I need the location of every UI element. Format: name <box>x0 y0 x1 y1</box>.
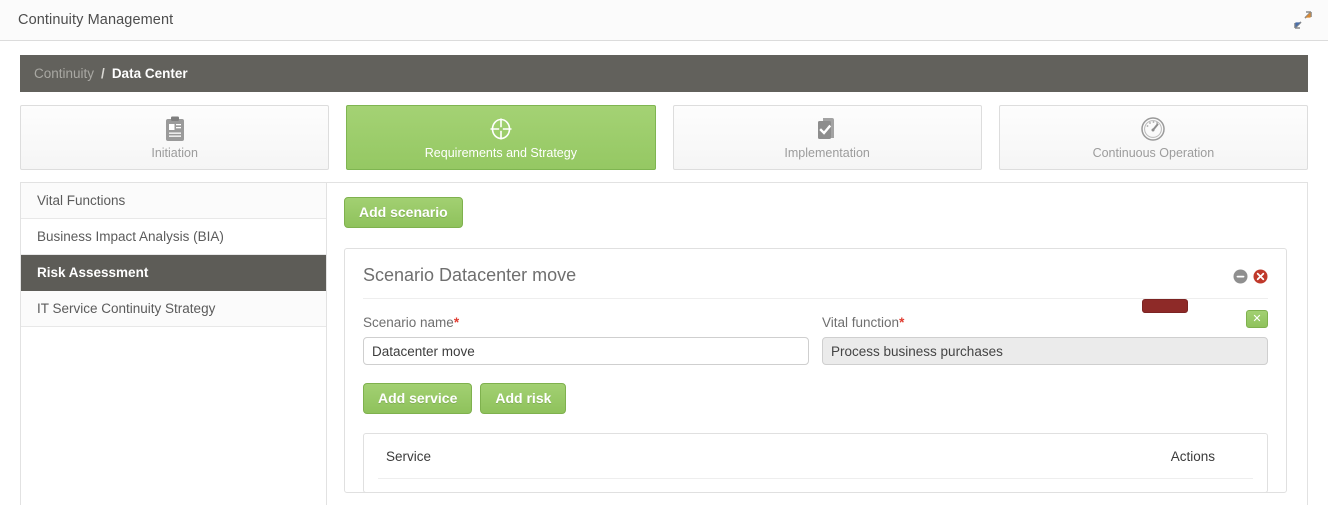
sidebar-item-risk-assessment[interactable]: Risk Assessment <box>21 255 326 291</box>
sidebar-item-label: Risk Assessment <box>37 265 148 280</box>
sidebar-item-vital-functions[interactable]: Vital Functions <box>21 183 326 219</box>
vital-function-field: Vital function* ✕ <box>822 315 1268 365</box>
crosshair-target-icon <box>488 116 514 142</box>
scenario-card: Scenario Datacenter move <box>344 248 1287 493</box>
tab-requirements-and-strategy[interactable]: Requirements and Strategy <box>346 105 655 170</box>
page-title: Continuity Management <box>18 12 173 28</box>
required-marker: * <box>899 315 904 330</box>
scenario-card-title: Scenario Datacenter move <box>363 265 576 286</box>
tab-implementation[interactable]: Implementation <box>673 105 982 170</box>
breadcrumb-root[interactable]: Continuity <box>34 66 94 81</box>
sidebar-item-business-impact-analysis[interactable]: Business Impact Analysis (BIA) <box>21 219 326 255</box>
wizard-tabs: Initiation Requirements and Strategy <box>20 105 1308 170</box>
vital-function-input[interactable] <box>822 337 1268 365</box>
sidebar-item-label: Business Impact Analysis (BIA) <box>37 229 224 244</box>
sidebar: Vital Functions Business Impact Analysis… <box>21 183 327 505</box>
clipboard-id-card-icon <box>164 116 186 142</box>
close-circle-icon[interactable] <box>1253 269 1268 284</box>
vital-function-label-text: Vital function <box>822 315 899 330</box>
content-area: Add scenario Scenario Datacenter move <box>327 183 1307 505</box>
breadcrumb-separator: / <box>101 66 105 81</box>
app-window: Continuity Management Continuity / Data … <box>0 0 1328 508</box>
tab-initiation-label: Initiation <box>151 146 198 160</box>
tab-continuous-operation-label: Continuous Operation <box>1093 146 1215 160</box>
minus-circle-icon[interactable] <box>1233 269 1248 284</box>
tab-requirements-and-strategy-label: Requirements and Strategy <box>425 146 577 160</box>
column-header-service: Service <box>378 449 1171 464</box>
sidebar-item-label: Vital Functions <box>37 193 125 208</box>
scenario-card-header: Scenario Datacenter move <box>363 265 1268 299</box>
scenario-name-label-text: Scenario name <box>363 315 454 330</box>
scenario-action-buttons: Add service Add risk <box>363 383 1268 414</box>
main-area: Vital Functions Business Impact Analysis… <box>20 182 1308 505</box>
sidebar-item-label: IT Service Continuity Strategy <box>37 301 215 316</box>
add-service-button[interactable]: Add service <box>363 383 472 414</box>
breadcrumb-current: Data Center <box>112 66 188 81</box>
vital-function-label: Vital function* <box>822 315 1268 330</box>
column-header-actions: Actions <box>1171 449 1253 464</box>
tab-initiation[interactable]: Initiation <box>20 105 329 170</box>
scenario-form-row: Scenario name* Vital function* ✕ <box>363 315 1268 365</box>
gauge-speedometer-icon <box>1140 116 1166 142</box>
checked-document-icon <box>815 116 839 142</box>
window-titlebar: Continuity Management <box>0 0 1328 41</box>
service-table: Service Actions <box>363 433 1268 493</box>
breadcrumb: Continuity / Data Center <box>20 55 1308 92</box>
scenario-name-field: Scenario name* <box>363 315 809 365</box>
clear-vital-function-button[interactable]: ✕ <box>1246 310 1268 328</box>
add-scenario-button[interactable]: Add scenario <box>344 197 463 228</box>
sidebar-item-it-service-continuity-strategy[interactable]: IT Service Continuity Strategy <box>21 291 326 327</box>
scenario-name-label: Scenario name* <box>363 315 809 330</box>
page-body: Continuity / Data Center <box>0 41 1328 508</box>
row-delete-button[interactable] <box>1142 299 1188 313</box>
expand-diagonal-icon[interactable] <box>1294 11 1312 29</box>
scenario-card-header-actions <box>1233 265 1268 284</box>
tab-implementation-label: Implementation <box>784 146 869 160</box>
titlebar-actions <box>1294 11 1312 29</box>
add-risk-button[interactable]: Add risk <box>480 383 566 414</box>
required-marker: * <box>454 315 459 330</box>
table-header-row: Service Actions <box>378 434 1253 479</box>
tab-continuous-operation[interactable]: Continuous Operation <box>999 105 1308 170</box>
scenario-name-input[interactable] <box>363 337 809 365</box>
